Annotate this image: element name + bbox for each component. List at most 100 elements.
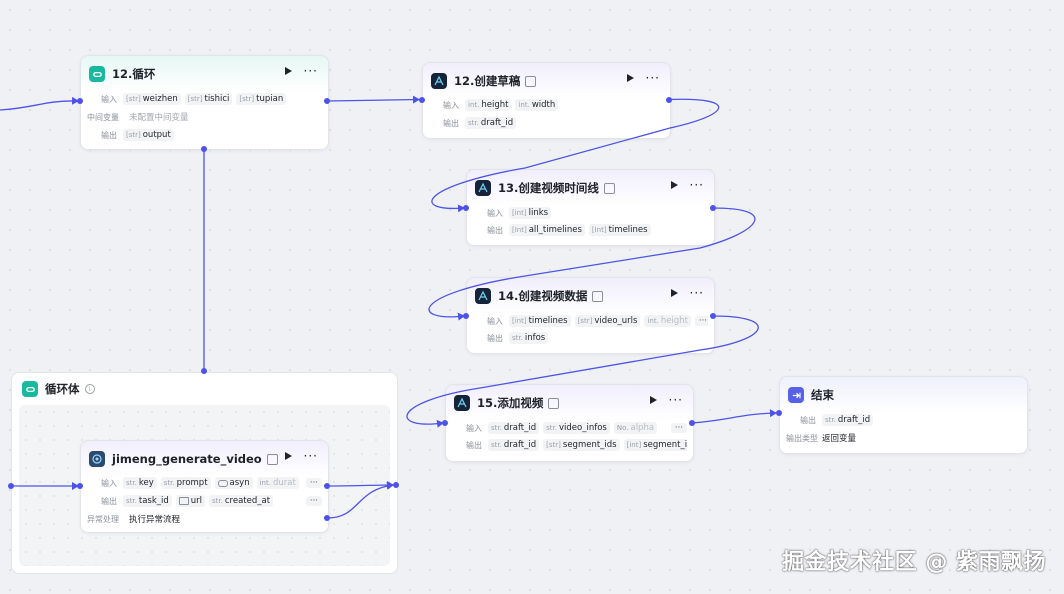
input-label: 输入 bbox=[443, 100, 459, 110]
more-icon[interactable]: ··· bbox=[646, 72, 660, 84]
node-add-video-15[interactable]: 15.添加视频 ··· 输入 str. draft_id str. video_in… bbox=[445, 384, 694, 462]
param-chip: [str] weizhen bbox=[123, 93, 181, 105]
more-icon[interactable]: ··· bbox=[669, 394, 683, 406]
tag-icon bbox=[525, 75, 537, 87]
param-chip: [str] output bbox=[123, 129, 174, 141]
param-chip: [str] video_urls bbox=[574, 315, 641, 327]
port-draft12-out[interactable] bbox=[666, 97, 672, 103]
more-icon[interactable]: ··· bbox=[690, 287, 704, 299]
more-params-button[interactable]: ··· bbox=[305, 496, 322, 506]
folder-icon bbox=[178, 497, 189, 505]
port-timeline13-in[interactable] bbox=[463, 205, 469, 211]
run-icon[interactable] bbox=[626, 74, 634, 82]
param-chip: int. durat bbox=[256, 477, 299, 489]
tag-icon bbox=[592, 290, 604, 302]
watermark: 掘金技术社区 @ 紫雨飘扬 bbox=[782, 550, 1046, 575]
param-chip: str. key bbox=[123, 477, 157, 489]
param-chip: str. task_id bbox=[123, 495, 172, 507]
node-title: 13.创建视频时间线 bbox=[498, 181, 599, 195]
info-icon[interactable]: i bbox=[84, 384, 95, 394]
node-title: 15.添加视频 bbox=[477, 396, 544, 410]
more-params-button[interactable]: ··· bbox=[305, 478, 322, 488]
plugin-icon bbox=[454, 395, 470, 411]
input-label: 输入 bbox=[101, 94, 117, 104]
param-chip: No. alpha bbox=[613, 422, 658, 434]
param-chip: asyn bbox=[214, 477, 253, 489]
node-create-draft-12[interactable]: 12.创建草稿 ··· 输入 int. height int. width 输出 s… bbox=[422, 62, 671, 139]
param-chip: url bbox=[175, 495, 206, 507]
plugin-icon bbox=[475, 180, 491, 196]
tag-icon bbox=[603, 182, 615, 194]
more-icon[interactable]: ··· bbox=[304, 450, 318, 462]
plugin-icon bbox=[89, 451, 105, 467]
output-label: 输出 bbox=[487, 333, 503, 343]
toggle-icon bbox=[217, 479, 228, 487]
port-loopbody-right[interactable] bbox=[393, 482, 399, 488]
param-chip: [str] tishici bbox=[184, 93, 233, 105]
node-title: 结束 bbox=[811, 388, 834, 402]
node-jimeng-generate-video[interactable]: jimeng_generate_video ··· 输入 str. key str… bbox=[80, 440, 329, 533]
param-chip: str. draft_id bbox=[822, 414, 874, 426]
error-label: 异常处理 bbox=[87, 514, 119, 524]
more-params-button[interactable]: ··· bbox=[694, 316, 708, 326]
input-label: 输入 bbox=[487, 316, 503, 326]
run-icon[interactable] bbox=[649, 396, 657, 404]
input-label: 输入 bbox=[487, 208, 503, 218]
node-create-video-data-14[interactable]: 14.创建视频数据 ··· 输入 [int] timelines [str] vid… bbox=[466, 277, 715, 354]
param-chip: int. width bbox=[515, 99, 559, 111]
port-end-in[interactable] bbox=[776, 410, 782, 416]
port-loopbody-left[interactable] bbox=[8, 483, 14, 489]
param-chip: str. prompt bbox=[160, 477, 211, 489]
param-chip: int. height bbox=[465, 99, 512, 111]
port-loop12-in[interactable] bbox=[77, 98, 83, 104]
param-chip: [int] timelines bbox=[509, 315, 571, 327]
node-title: 14.创建视频数据 bbox=[498, 289, 588, 303]
port-addvideo15-in[interactable] bbox=[442, 420, 448, 426]
port-jimeng-error[interactable] bbox=[324, 515, 330, 521]
output-label: 输出 bbox=[101, 130, 117, 140]
port-addvideo15-out[interactable] bbox=[689, 420, 695, 426]
param-chip: str. draft_id bbox=[465, 117, 517, 129]
tag-icon bbox=[548, 397, 560, 409]
port-loop12-out[interactable] bbox=[324, 98, 330, 104]
port-timeline13-out[interactable] bbox=[710, 205, 716, 211]
edge-start-to-loop12 bbox=[0, 96, 79, 111]
output-type-label: 输出类型 bbox=[786, 433, 818, 443]
node-title: 12.创建草稿 bbox=[454, 74, 521, 88]
output-label: 输出 bbox=[487, 225, 503, 235]
loop-icon bbox=[22, 381, 38, 397]
port-videodata14-out[interactable] bbox=[710, 313, 716, 319]
node-end[interactable]: 结束 输出 str. draft_id 输出类型 返回变量 bbox=[779, 376, 1028, 454]
loop-icon bbox=[89, 66, 105, 82]
param-chip: str. draft_id bbox=[488, 439, 540, 451]
port-loop12-body[interactable] bbox=[201, 146, 207, 152]
input-label: 输入 bbox=[101, 478, 117, 488]
port-loopbody-top[interactable] bbox=[201, 368, 207, 374]
run-icon[interactable] bbox=[670, 181, 678, 189]
more-params-button[interactable]: ··· bbox=[670, 423, 687, 433]
edge-loop12-to-draft12 bbox=[326, 95, 420, 104]
param-chip: str. created_at bbox=[209, 495, 274, 507]
port-jimeng-in[interactable] bbox=[77, 483, 83, 489]
port-draft12-in[interactable] bbox=[419, 97, 425, 103]
run-icon[interactable] bbox=[284, 452, 292, 460]
more-icon[interactable]: ··· bbox=[690, 179, 704, 191]
mid-var-label: 中间变量 bbox=[87, 112, 119, 122]
param-chip: int. height bbox=[644, 315, 691, 327]
run-icon[interactable] bbox=[284, 67, 292, 75]
loop-body-title: 循环体 bbox=[45, 382, 80, 396]
param-chip: [int]segment_infos bbox=[623, 439, 687, 451]
more-icon[interactable]: ··· bbox=[304, 65, 318, 77]
output-type-value: 返回变量 bbox=[822, 434, 857, 444]
port-videodata14-in[interactable] bbox=[463, 313, 469, 319]
run-icon[interactable] bbox=[670, 289, 678, 297]
param-chip: str. infos bbox=[509, 332, 549, 344]
node-loop-12[interactable]: 12.循环 ··· 输入 [str] weizhen [str] tishici [… bbox=[80, 55, 329, 150]
node-create-timeline-13[interactable]: 13.创建视频时间线 ··· 输入 [int] links 输出 [Int] all… bbox=[466, 169, 715, 246]
plugin-icon bbox=[475, 288, 491, 304]
error-value: 执行异常流程 bbox=[129, 515, 181, 525]
port-jimeng-out[interactable] bbox=[324, 483, 330, 489]
param-chip: [int] links bbox=[509, 207, 552, 219]
node-title: 12.循环 bbox=[112, 67, 156, 81]
output-label: 输出 bbox=[443, 118, 459, 128]
